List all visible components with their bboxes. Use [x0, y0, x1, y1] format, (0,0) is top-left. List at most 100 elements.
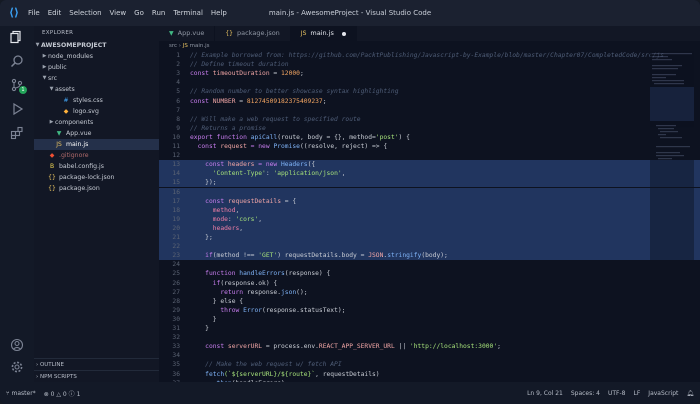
- line-number: 26: [172, 279, 180, 287]
- line-number: 24: [172, 261, 180, 269]
- tree-item[interactable]: JS main.js: [34, 139, 159, 150]
- code-line[interactable]: 33 const serverURL = process.env.REACT_A…: [159, 342, 700, 351]
- menu-selection[interactable]: Selection: [69, 9, 101, 17]
- search-icon[interactable]: [9, 54, 25, 70]
- code-line[interactable]: 29 throw Error(response.statusText);: [159, 306, 700, 315]
- code-line[interactable]: 10 export function apiCall(route, body = …: [159, 133, 700, 142]
- tab-app-vue[interactable]: ▼ App.vue: [159, 26, 216, 41]
- breadcrumb-item-file[interactable]: main.js: [190, 43, 210, 49]
- code-line[interactable]: 23 if(method !== 'GET') requestDetails.b…: [159, 251, 700, 261]
- code-line[interactable]: 19 mode: 'cors',: [159, 214, 700, 224]
- branch-indicator[interactable]: ⑂ master*: [6, 390, 36, 397]
- code-line[interactable]: 21 };: [159, 233, 700, 243]
- code-line[interactable]: 1 // Example borrowed from: https://githu…: [159, 51, 700, 60]
- code-line[interactable]: 22: [159, 242, 700, 252]
- code-text: mode: 'cors',: [190, 215, 262, 224]
- indentation[interactable]: Spaces: 4: [571, 390, 600, 397]
- code-editor[interactable]: 37 .then(handleErrors)36 fetch(`${server…: [159, 51, 700, 382]
- code-token: return: [190, 288, 247, 296]
- breadcrumb-item-src[interactable]: src: [169, 43, 177, 49]
- js-file-icon: JS: [56, 141, 62, 148]
- problems-indicator[interactable]: ⊗ 0 △ 0 ⓘ 1: [44, 389, 81, 398]
- code-line[interactable]: 16: [159, 187, 700, 197]
- end-of-line[interactable]: LF: [634, 390, 641, 397]
- code-line[interactable]: 20 headers,: [159, 223, 700, 233]
- account-icon[interactable]: [9, 338, 25, 354]
- code-line[interactable]: 4: [159, 78, 700, 87]
- code-line[interactable]: 15 });: [159, 178, 700, 188]
- code-line[interactable]: 34: [159, 351, 700, 360]
- code-line[interactable]: 26 if(response.ok) {: [159, 279, 700, 288]
- run-debug-icon[interactable]: [9, 102, 25, 118]
- css-file-icon: #: [63, 97, 69, 104]
- tree-item[interactable]: # styles.css: [34, 95, 159, 106]
- code-text: } else {: [190, 297, 243, 306]
- code-token: timeoutDuration: [212, 70, 270, 78]
- project-root[interactable]: ▼ AWESOMEPROJECT: [34, 40, 159, 51]
- cursor-position[interactable]: Ln 9, Col 21: [527, 390, 563, 397]
- code-line[interactable]: 13 const headers = new Headers({: [159, 160, 700, 170]
- tree-item[interactable]: ▶ node_modules: [34, 51, 159, 62]
- language-mode[interactable]: JavaScript: [648, 390, 678, 397]
- code-token: ,: [235, 206, 240, 214]
- code-line[interactable]: 17 const requestDetails = {: [159, 196, 700, 206]
- code-line[interactable]: 6 const NUMBER = 81274509182375409237;: [159, 97, 700, 106]
- tree-item[interactable]: ▶ public: [34, 62, 159, 73]
- code-text: fetch(`${serverURL}/${route}`, requestDe…: [190, 370, 379, 379]
- tree-item[interactable]: {} package.json: [34, 183, 159, 194]
- code-token: ) {: [398, 133, 410, 141]
- notifications-bell-icon[interactable]: 🔔︎: [686, 390, 694, 397]
- tree-item[interactable]: ◆ .gitignore: [34, 150, 159, 161]
- code-line[interactable]: 14 'Content-Type': 'application/json',: [159, 169, 700, 179]
- extensions-icon[interactable]: [9, 126, 25, 142]
- code-line[interactable]: 3 const timeoutDuration = 12000;: [159, 69, 700, 78]
- code-line[interactable]: 32: [159, 333, 700, 342]
- explorer-icon[interactable]: [9, 30, 25, 46]
- code-line[interactable]: 12: [159, 151, 700, 160]
- code-text: // Make the web request w/ fetch API: [190, 360, 342, 369]
- tree-item[interactable]: ▶ components: [34, 117, 159, 128]
- menu-edit[interactable]: Edit: [48, 9, 62, 17]
- code-line[interactable]: 24: [159, 260, 700, 269]
- json-file-icon: {}: [48, 185, 56, 192]
- menu-go[interactable]: Go: [134, 9, 144, 17]
- menu-file[interactable]: File: [28, 9, 40, 17]
- code-line[interactable]: 2 // Define timeout duration: [159, 60, 700, 69]
- line-number: 27: [172, 288, 180, 296]
- code-line[interactable]: 36 fetch(`${serverURL}/${route}`, reques…: [159, 370, 700, 379]
- code-line[interactable]: 31 }: [159, 324, 700, 333]
- encoding[interactable]: UTF-8: [608, 390, 626, 397]
- source-control-icon[interactable]: 1: [9, 78, 27, 94]
- code-line[interactable]: 11 const request = new Promise((resolve,…: [159, 142, 700, 151]
- code-token: ) requestDetails.body =: [277, 252, 369, 260]
- minimap[interactable]: [650, 51, 694, 382]
- code-token: headers: [227, 161, 255, 169]
- code-line[interactable]: 30 }: [159, 315, 700, 324]
- code-line[interactable]: 28 } else {: [159, 297, 700, 306]
- tree-item[interactable]: ◆ logo.svg: [34, 106, 159, 117]
- line-number: 9: [176, 124, 180, 132]
- tab-package-json[interactable]: {} package.json: [215, 26, 291, 41]
- code-line[interactable]: 8 // Will make a web request to specified…: [159, 115, 700, 124]
- tree-item[interactable]: {} package-lock.json: [34, 172, 159, 183]
- chevron-down-icon: ▼: [42, 75, 47, 81]
- code-line[interactable]: 7: [159, 106, 700, 115]
- code-line[interactable]: 5 // Random number to better showcase syn…: [159, 87, 700, 96]
- tree-item[interactable]: Bbabel.config.js: [34, 161, 159, 172]
- code-line[interactable]: 9 // Returns a promise: [159, 124, 700, 133]
- code-line[interactable]: 35 // Make the web request w/ fetch API: [159, 360, 700, 369]
- gear-icon[interactable]: [9, 360, 25, 376]
- menu-view[interactable]: View: [110, 9, 127, 17]
- tab-main-js[interactable]: JS main.js: [290, 26, 357, 41]
- unsaved-dot-icon[interactable]: [341, 31, 346, 36]
- menu-run[interactable]: Run: [152, 9, 165, 17]
- tree-item[interactable]: ▼ src: [34, 73, 159, 84]
- code-line[interactable]: 25 function handleErrors(response) {: [159, 269, 700, 278]
- code-line[interactable]: 27 return response.json();: [159, 288, 700, 297]
- tree-item[interactable]: ▼ assets: [34, 84, 159, 95]
- menu-terminal[interactable]: Terminal: [173, 9, 203, 17]
- code-line[interactable]: 18 method,: [159, 205, 700, 215]
- menu-help[interactable]: Help: [211, 9, 227, 17]
- chevron-right-icon: ▶: [49, 119, 54, 125]
- tree-item[interactable]: ▼ App.vue: [34, 128, 159, 139]
